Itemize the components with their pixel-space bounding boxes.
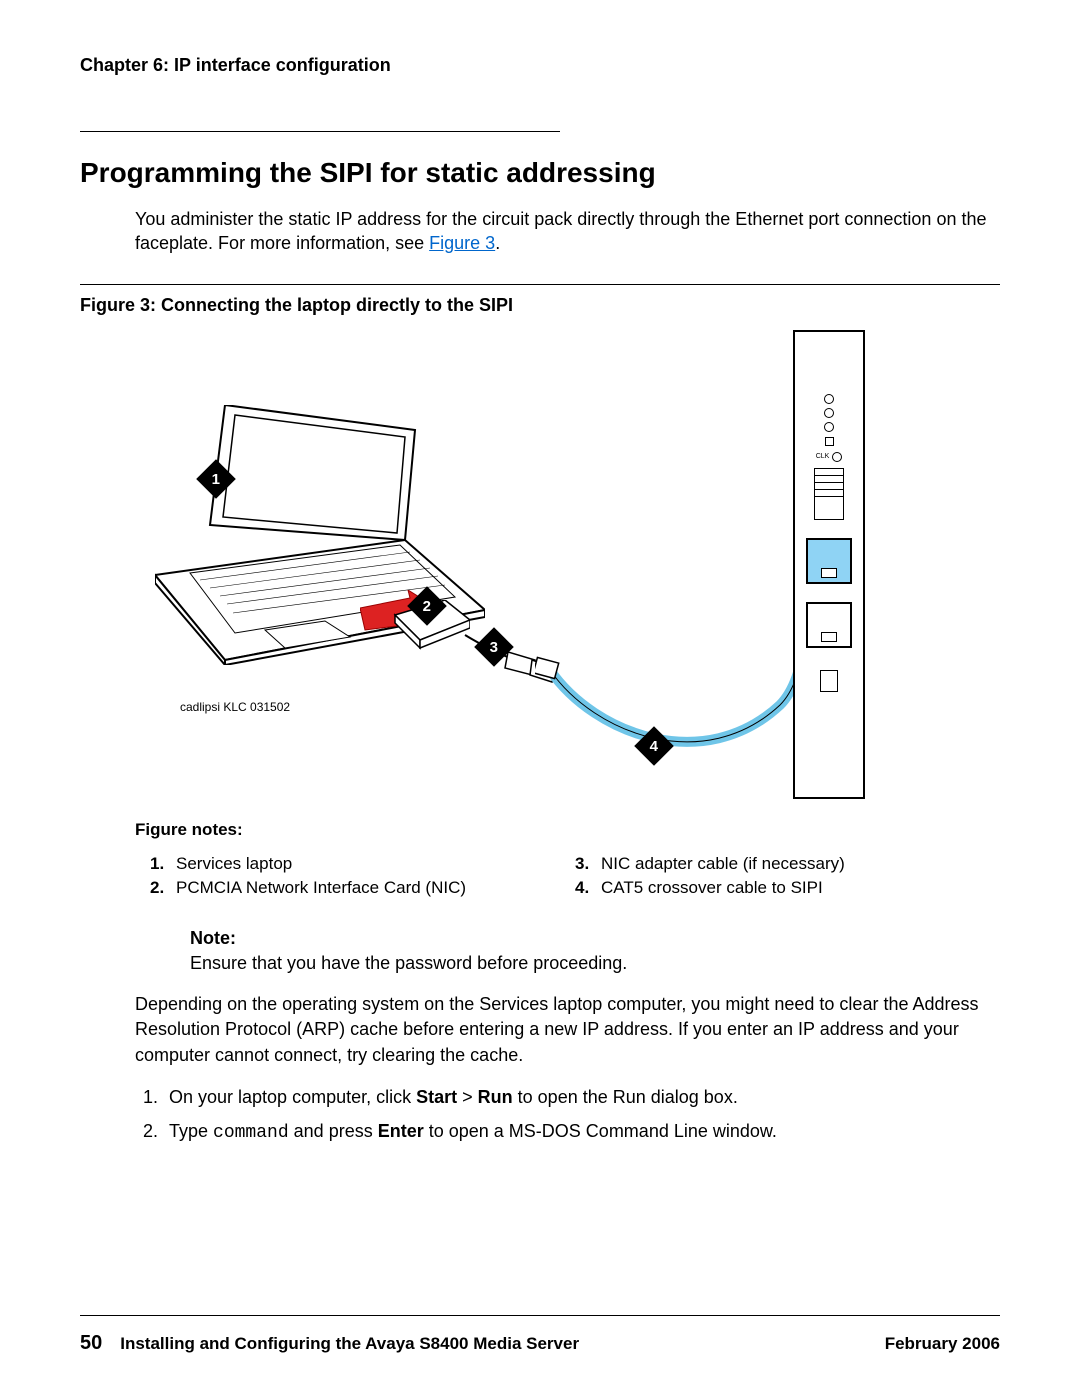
body-paragraph: Depending on the operating system on the… [135, 992, 1000, 1068]
step1-post: to open the Run dialog box. [513, 1087, 738, 1107]
callout-2-label: 2 [423, 597, 431, 614]
step2-post: to open a MS-DOS Command Line window. [424, 1121, 777, 1141]
step-1: On your laptop computer, click Start > R… [163, 1084, 1000, 1112]
step2-enter: Enter [378, 1121, 424, 1141]
step2-mid: and press [289, 1121, 378, 1141]
step1-pre: On your laptop computer, click [169, 1087, 416, 1107]
intro-paragraph: You administer the static IP address for… [135, 207, 1000, 256]
footer-doc-title: Installing and Configuring the Avaya S84… [120, 1334, 884, 1354]
note-label: Note: [190, 926, 1000, 951]
steps-list: On your laptop computer, click Start > R… [135, 1084, 1000, 1148]
cat5-cable-drawing [535, 555, 815, 765]
sipi-faceplate-drawing: CLK [793, 330, 865, 799]
callout-4-label: 4 [650, 737, 658, 754]
chapter-header: Chapter 6: IP interface configuration [80, 55, 1000, 76]
note-num-3: 3. [575, 852, 593, 877]
figure-top-rule [80, 284, 1000, 285]
note-num-1: 1. [150, 852, 168, 877]
header-rule [80, 131, 560, 132]
step2-pre: Type [169, 1121, 213, 1141]
note-num-2: 2. [150, 876, 168, 901]
figure-notes: 1. Services laptop 2. PCMCIA Network Inter… [150, 852, 1000, 901]
sipi-bottom-rj45 [806, 602, 852, 648]
adapter-drawing [460, 630, 570, 700]
sipi-clk-label: CLK [816, 453, 830, 460]
page-number: 50 [80, 1332, 102, 1355]
figure-notes-label: Figure notes: [135, 820, 1000, 840]
note-text-1: Services laptop [176, 852, 292, 877]
note-text-2: PCMCIA Network Interface Card (NIC) [176, 876, 466, 901]
step-2: Type command and press Enter to open a M… [163, 1118, 1000, 1148]
intro-text-after: . [495, 233, 500, 253]
note-block: Note: Ensure that you have the password … [190, 926, 1000, 976]
callout-3-label: 3 [490, 638, 498, 655]
callout-4: 4 [634, 726, 674, 766]
note-text-3: NIC adapter cable (if necessary) [601, 852, 845, 877]
note-text-4: CAT5 crossover cable to SIPI [601, 876, 823, 901]
section-title: Programming the SIPI for static addressi… [80, 157, 1000, 189]
figure-3-link[interactable]: Figure 3 [429, 233, 495, 253]
intro-text-before: You administer the static IP address for… [135, 209, 986, 253]
note-num-4: 4. [575, 876, 593, 901]
figure-caption: Figure 3: Connecting the laptop directly… [80, 295, 1000, 316]
step2-command: command [213, 1123, 289, 1143]
step1-mid: > [457, 1087, 478, 1107]
footer-date: February 2006 [885, 1334, 1000, 1354]
step1-start: Start [416, 1087, 457, 1107]
step1-run: Run [478, 1087, 513, 1107]
figure-3-illustration: CLK 1 2 3 4 cadlipsi KLC 031502 [80, 330, 1000, 810]
figure-credit: cadlipsi KLC 031502 [180, 700, 290, 714]
callout-1-label: 1 [212, 470, 220, 487]
page-footer: 50 Installing and Configuring the Avaya … [80, 1315, 1000, 1355]
sipi-top-rj45 [806, 538, 852, 584]
note-text: Ensure that you have the password before… [190, 951, 1000, 976]
